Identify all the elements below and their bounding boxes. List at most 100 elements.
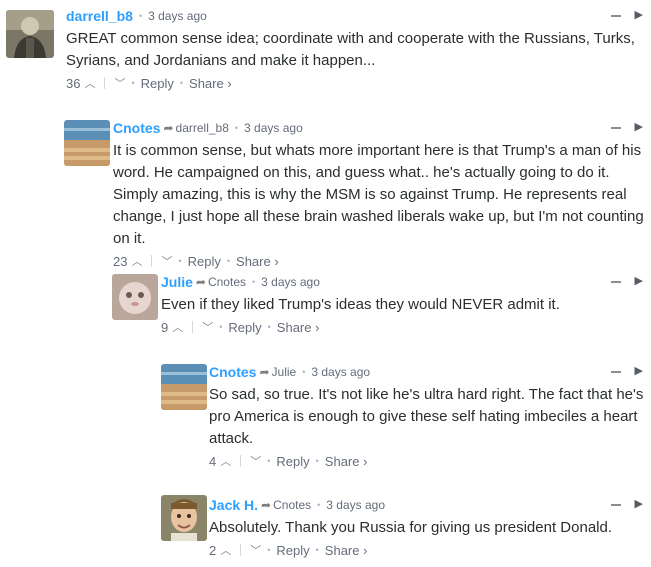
chevron-up-icon[interactable]: ︿ [220, 542, 231, 558]
reply-button[interactable]: Reply [276, 454, 309, 469]
separator-dot: • [226, 256, 231, 266]
upvote-count: 4 [209, 453, 217, 469]
parent-author[interactable]: Cnotes [208, 275, 246, 289]
chevron-down-icon[interactable]: ﹀ [202, 319, 213, 335]
comment-footer: 2 ︿ ﹀ • Reply • Share › [209, 539, 647, 561]
chevron-up-icon[interactable]: ︿ [172, 319, 183, 335]
separator-dot: • [267, 322, 271, 332]
timestamp[interactable]: 3 days ago [244, 121, 303, 135]
reply-arrow-icon: ➦ [195, 275, 206, 289]
chevron-down-icon[interactable]: ﹀ [250, 542, 261, 558]
separator-dot: • [315, 545, 319, 555]
share-button[interactable]: Share › [236, 254, 279, 269]
collapse-icon[interactable] [610, 280, 621, 283]
comment-controls: ▶ [610, 274, 643, 287]
comment-controls: ▶ [610, 8, 643, 21]
parent-author[interactable]: Julie [272, 365, 297, 379]
comment-footer: 23 ︿ ﹀ • Reply • Share › [113, 250, 647, 272]
share-button[interactable]: Share › [325, 454, 368, 469]
avatar[interactable] [112, 274, 158, 320]
upvote-count: 9 [161, 319, 169, 335]
author-name[interactable]: Jack H. [209, 497, 258, 513]
vote-controls: 36 ︿ ﹀ [66, 75, 125, 91]
share-button[interactable]: Share › [325, 543, 368, 558]
comment-text: Absolutely. Thank you Russia for giving … [209, 519, 613, 536]
separator-dot: • [315, 456, 319, 466]
avatar[interactable] [6, 10, 54, 58]
upvote-count: 2 [209, 542, 217, 558]
separator-dot: • [267, 545, 271, 555]
divider [240, 455, 242, 467]
chevron-down-icon[interactable]: ﹀ [250, 453, 261, 469]
divider [151, 255, 153, 267]
reply-button[interactable]: Reply [188, 254, 221, 269]
comment-footer: 9 ︿ ﹀ • Reply • Share › [161, 316, 647, 338]
comment-footer: 36 ︿ ﹀ • Reply • Share › [66, 72, 647, 94]
chevron-down-icon[interactable]: ﹀ [114, 75, 125, 91]
comment-text: Even if they liked Trump's ideas they wo… [161, 296, 560, 313]
timestamp[interactable]: 3 days ago [326, 498, 385, 512]
avatar[interactable] [64, 120, 110, 166]
reply-arrow-icon: ➦ [261, 498, 272, 512]
avatar[interactable] [161, 495, 207, 541]
comment-footer: 4 ︿ ﹀ • Reply • Share › [209, 450, 647, 472]
separator-dot: • [179, 78, 184, 88]
comment-controls: ▶ [610, 497, 643, 510]
flag-icon[interactable]: ▶ [635, 274, 643, 287]
collapse-icon[interactable] [610, 503, 621, 506]
author-name[interactable]: Cnotes [209, 364, 256, 380]
flag-icon[interactable]: ▶ [635, 364, 643, 377]
comment-item: Jack H. ➦ Cnotes • 3 days ago ▶ Absolute… [0, 495, 651, 565]
reply-arrow-icon: ➦ [259, 365, 270, 379]
reply-button[interactable]: Reply [141, 76, 174, 91]
upvote-count: 23 [113, 253, 128, 269]
comment-header: Cnotes ➦ darrell_b8 • 3 days ago [113, 118, 647, 138]
separator-dot: • [317, 500, 321, 510]
reply-button[interactable]: Reply [276, 543, 309, 558]
collapse-icon[interactable] [610, 126, 621, 129]
separator-dot: • [302, 367, 306, 377]
comment-item: darrell_b8 • 3 days ago ▶ GREAT common s… [0, 6, 651, 98]
chevron-up-icon[interactable]: ︿ [84, 75, 95, 91]
share-button[interactable]: Share › [189, 76, 232, 91]
separator-dot: • [252, 277, 256, 287]
comment-text: It is common sense, but whats more impor… [113, 142, 644, 247]
author-name[interactable]: Cnotes [113, 120, 160, 136]
comment-header: Jack H. ➦ Cnotes • 3 days ago [209, 495, 647, 515]
vote-controls: 23 ︿ ﹀ [113, 253, 172, 269]
reply-button[interactable]: Reply [228, 320, 261, 335]
timestamp[interactable]: 3 days ago [148, 9, 207, 23]
comment-header: Cnotes ➦ Julie • 3 days ago [209, 362, 647, 382]
chevron-up-icon[interactable]: ︿ [131, 253, 142, 269]
separator-dot: • [219, 322, 223, 332]
separator-dot: • [138, 11, 143, 21]
separator-dot: • [234, 123, 239, 133]
upvote-count: 36 [66, 75, 81, 91]
divider [104, 77, 106, 89]
comment-controls: ▶ [610, 120, 643, 133]
chevron-up-icon[interactable]: ︿ [220, 453, 231, 469]
vote-controls: 9 ︿ ﹀ [161, 319, 213, 335]
timestamp[interactable]: 3 days ago [311, 365, 370, 379]
flag-icon[interactable]: ▶ [635, 497, 643, 510]
flag-icon[interactable]: ▶ [635, 8, 643, 21]
separator-dot: • [131, 78, 135, 88]
collapse-icon[interactable] [610, 14, 621, 17]
collapse-icon[interactable] [610, 370, 621, 373]
flag-icon[interactable]: ▶ [635, 120, 643, 133]
timestamp[interactable]: 3 days ago [261, 275, 320, 289]
vote-controls: 2 ︿ ﹀ [209, 542, 261, 558]
parent-author[interactable]: darrell_b8 [176, 121, 229, 135]
author-name[interactable]: darrell_b8 [66, 8, 133, 24]
separator-dot: • [178, 256, 182, 266]
comment-header: Julie ➦ Cnotes • 3 days ago [161, 272, 647, 292]
chevron-down-icon[interactable]: ﹀ [161, 253, 172, 269]
avatar[interactable] [161, 364, 207, 410]
share-button[interactable]: Share › [277, 320, 320, 335]
vote-controls: 4 ︿ ﹀ [209, 453, 261, 469]
comment-header: darrell_b8 • 3 days ago [66, 6, 647, 26]
author-name[interactable]: Julie [161, 274, 193, 290]
divider [240, 544, 242, 556]
parent-author[interactable]: Cnotes [273, 498, 311, 512]
comment-text: GREAT common sense idea; coordinate with… [66, 30, 635, 69]
